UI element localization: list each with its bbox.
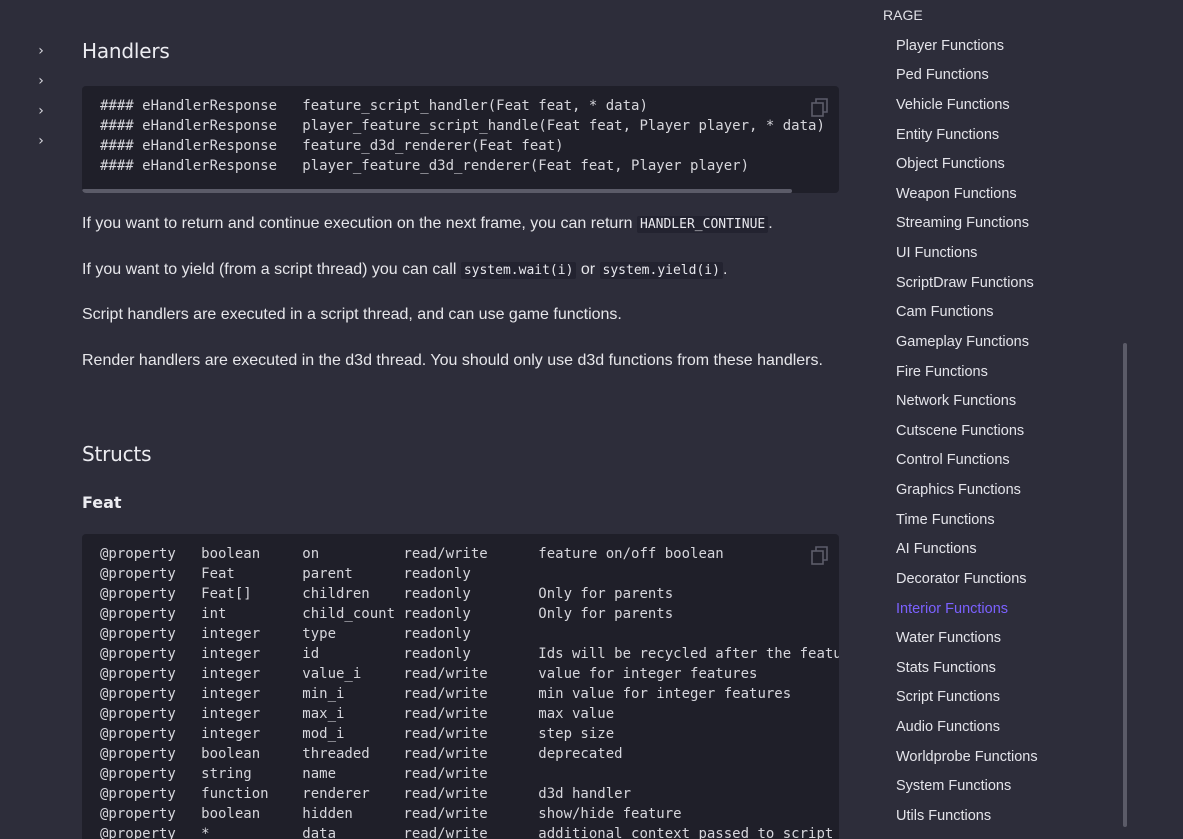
toc-item-player-functions[interactable]: Player Functions: [896, 38, 1004, 54]
toc-item-utils-functions[interactable]: Utils Functions: [896, 808, 991, 824]
toc-item-stats-functions[interactable]: Stats Functions: [896, 660, 996, 676]
chevron-right-icon[interactable]: ›: [28, 66, 54, 96]
toc-item-gameplay-functions[interactable]: Gameplay Functions: [896, 334, 1029, 350]
chevron-right-icon[interactable]: ›: [28, 96, 54, 126]
handlers-heading: Handlers: [82, 39, 170, 63]
copy-icon[interactable]: [811, 98, 828, 117]
inline-code: HANDLER_CONTINUE: [637, 216, 769, 233]
toc-item-fire-functions[interactable]: Fire Functions: [896, 364, 988, 380]
toc-item-water-functions[interactable]: Water Functions: [896, 630, 1001, 646]
toc-section-title: RAGE: [883, 7, 923, 23]
handlers-code-block: #### eHandlerResponse feature_script_han…: [82, 86, 839, 193]
toc-item-ai-functions[interactable]: AI Functions: [896, 541, 977, 557]
paragraph-return: If you want to return and continue execu…: [82, 210, 839, 239]
feat-code-block: @property boolean on read/write feature …: [82, 534, 839, 839]
structs-heading: Structs: [82, 442, 152, 466]
horizontal-scrollbar[interactable]: [82, 189, 792, 193]
paragraph-text: or: [576, 261, 600, 278]
toc-item-worldprobe-functions[interactable]: Worldprobe Functions: [896, 749, 1038, 765]
toc-item-network-functions[interactable]: Network Functions: [896, 393, 1016, 409]
toc-item-script-functions[interactable]: Script Functions: [896, 689, 1000, 705]
paragraph-text: If you want to yield (from a script thre…: [82, 261, 461, 278]
inline-code: system.wait(i): [460, 262, 577, 279]
toc-item-cam-functions[interactable]: Cam Functions: [896, 304, 994, 320]
copy-icon[interactable]: [811, 546, 828, 565]
inline-code: system.yield(i): [599, 262, 723, 279]
toc-item-entity-functions[interactable]: Entity Functions: [896, 127, 999, 143]
toc-item-weapon-functions[interactable]: Weapon Functions: [896, 186, 1017, 202]
toc-item-interior-functions[interactable]: Interior Functions: [896, 601, 1008, 617]
toc-item-vehicle-functions[interactable]: Vehicle Functions: [896, 97, 1010, 113]
toc-item-object-functions[interactable]: Object Functions: [896, 156, 1005, 172]
toc-item-system-functions[interactable]: System Functions: [896, 778, 1011, 794]
toc-item-graphics-functions[interactable]: Graphics Functions: [896, 482, 1021, 498]
paragraph-text: If you want to return and continue execu…: [82, 215, 637, 232]
toc-item-control-functions[interactable]: Control Functions: [896, 452, 1010, 468]
toc-item-ped-functions[interactable]: Ped Functions: [896, 67, 989, 83]
toc-item-audio-functions[interactable]: Audio Functions: [896, 719, 1000, 735]
chevron-right-icon[interactable]: ›: [28, 36, 54, 66]
vertical-scrollbar[interactable]: [1123, 343, 1127, 827]
toc-item-ui-functions[interactable]: UI Functions: [896, 245, 977, 261]
paragraph-render-handlers: Render handlers are executed in the d3d …: [82, 352, 823, 369]
toc-item-streaming-functions[interactable]: Streaming Functions: [896, 215, 1029, 231]
paragraph-text: .: [722, 261, 728, 278]
toc-item-scriptdraw-functions[interactable]: ScriptDraw Functions: [896, 275, 1034, 291]
paragraph-text: .: [768, 215, 773, 232]
paragraph-yield: If you want to yield (from a script thre…: [82, 256, 839, 285]
paragraph-script-handlers: Script handlers are executed in a script…: [82, 306, 622, 323]
toc-item-cutscene-functions[interactable]: Cutscene Functions: [896, 423, 1024, 439]
handlers-code: #### eHandlerResponse feature_script_han…: [100, 98, 825, 174]
left-nav: › › › ›: [28, 36, 58, 156]
chevron-right-icon[interactable]: ›: [28, 126, 54, 156]
feat-heading: Feat: [82, 493, 122, 512]
toc-item-time-functions[interactable]: Time Functions: [896, 512, 995, 528]
toc-item-decorator-functions[interactable]: Decorator Functions: [896, 571, 1027, 587]
feat-code: @property boolean on read/write feature …: [100, 546, 839, 839]
